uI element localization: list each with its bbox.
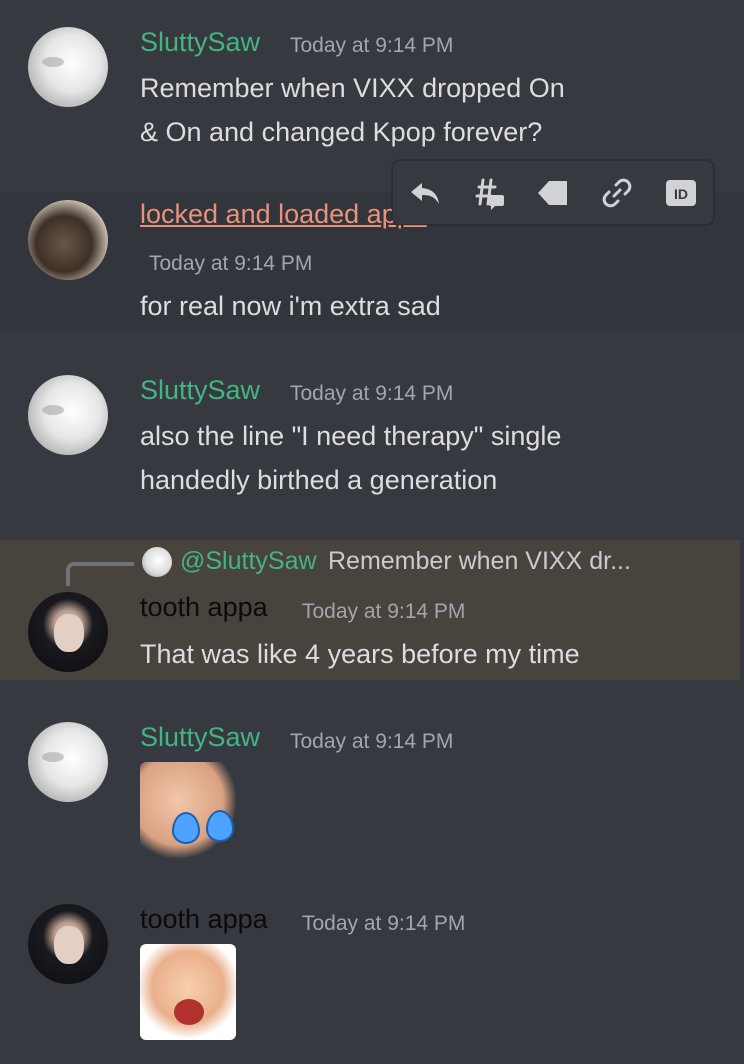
avatar[interactable] xyxy=(28,375,108,455)
username[interactable]: tooth appa xyxy=(140,904,268,935)
message-content: Remember when VIXX dropped On & On and c… xyxy=(140,66,565,154)
message-content: That was like 4 years before my time xyxy=(140,639,580,669)
reply-avatar[interactable] xyxy=(142,547,172,577)
crying-face-sticker[interactable] xyxy=(140,762,236,858)
message-content: also the line "I need therapy" single ha… xyxy=(140,414,561,502)
timestamp[interactable]: Today at 9:14 PM xyxy=(290,730,453,754)
message-line: Remember when VIXX dropped On xyxy=(140,73,565,103)
timestamp[interactable]: Today at 9:14 PM xyxy=(290,34,453,58)
username[interactable]: SluttySaw xyxy=(140,375,260,406)
timestamp[interactable]: Today at 9:14 PM xyxy=(149,252,312,276)
message-line: & On and changed Kpop forever? xyxy=(140,117,543,147)
username[interactable]: SluttySaw xyxy=(140,722,260,753)
message-actions-toolbar: ID xyxy=(392,160,714,225)
tag-icon[interactable] xyxy=(535,175,571,211)
timestamp[interactable]: Today at 9:14 PM xyxy=(302,600,465,624)
tear-icon xyxy=(172,812,200,844)
reply-preview-text[interactable]: Remember when VIXX dr... xyxy=(328,547,631,576)
copy-id-icon[interactable]: ID xyxy=(663,175,699,211)
reply-mention[interactable]: @SluttySaw xyxy=(180,547,317,576)
username[interactable]: tooth appa xyxy=(140,592,268,623)
avatar[interactable] xyxy=(28,200,108,280)
reply-connector xyxy=(66,562,134,586)
timestamp[interactable]: Today at 9:14 PM xyxy=(290,382,453,406)
open-mouth xyxy=(174,999,204,1025)
create-thread-icon[interactable] xyxy=(471,175,507,211)
avatar[interactable] xyxy=(28,904,108,984)
username[interactable]: locked and loaded appa xyxy=(140,199,427,230)
avatar[interactable] xyxy=(28,27,108,107)
laughing-face-sticker[interactable] xyxy=(140,944,236,1040)
avatar[interactable] xyxy=(28,592,108,672)
username[interactable]: SluttySaw xyxy=(140,27,260,58)
message-line: also the line "I need therapy" single xyxy=(140,421,562,451)
copy-link-icon[interactable] xyxy=(599,175,635,211)
message-content: for real now i'm extra sad xyxy=(140,291,441,321)
reply-icon[interactable] xyxy=(407,175,443,211)
tear-icon xyxy=(206,810,234,842)
copy-id-label: ID xyxy=(674,186,688,202)
timestamp[interactable]: Today at 9:14 PM xyxy=(302,912,465,936)
avatar[interactable] xyxy=(28,722,108,802)
message-line: handedly birthed a generation xyxy=(140,465,498,495)
